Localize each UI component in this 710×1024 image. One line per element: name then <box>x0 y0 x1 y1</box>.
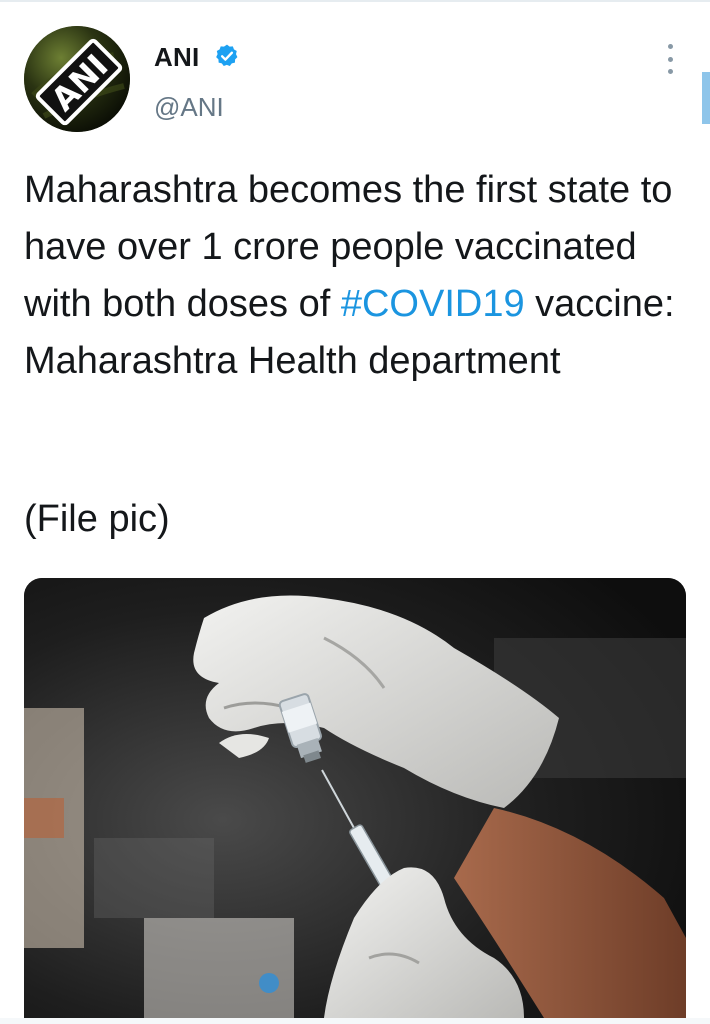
vaccine-photo <box>24 578 686 1018</box>
ani-logo-icon: ANI <box>24 26 130 132</box>
tweet-text: Maharashtra becomes the first state to h… <box>24 162 684 390</box>
bottom-divider <box>0 1018 710 1024</box>
author-name[interactable]: ANI <box>154 42 199 73</box>
more-dot <box>667 56 673 62</box>
tweet-media-image[interactable] <box>24 578 686 1018</box>
verified-badge-icon <box>216 44 238 66</box>
hashtag-link[interactable]: #COVID19 <box>341 283 525 325</box>
tweet-caption: (File pic) <box>24 498 170 540</box>
author-handle[interactable]: @ANI <box>154 92 224 123</box>
tweet-screen: ANI ANI @ANI Maharashtra becomes the fir… <box>0 0 710 1024</box>
top-divider <box>0 0 710 2</box>
more-dot <box>667 69 673 74</box>
avatar[interactable]: ANI <box>24 26 130 132</box>
more-vertical-icon <box>667 44 673 49</box>
scrollbar[interactable] <box>702 72 710 124</box>
more-options-button[interactable] <box>660 42 680 76</box>
